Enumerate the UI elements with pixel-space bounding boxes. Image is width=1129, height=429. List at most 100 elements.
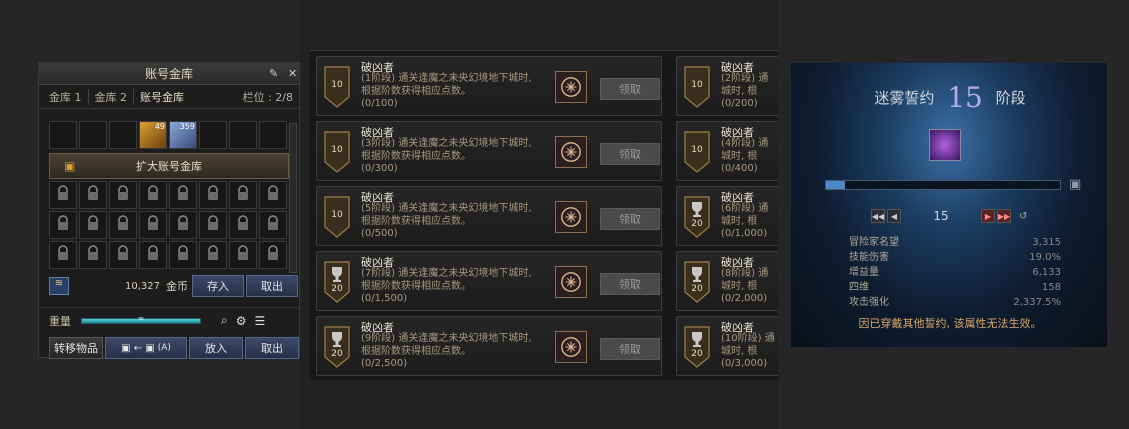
take-out-button[interactable]: 取出 — [245, 337, 299, 359]
achievement-progress: (0/300) — [361, 163, 398, 174]
weight-value: ∞ — [137, 313, 145, 323]
last-stage-icon[interactable]: ▶▶ — [997, 209, 1011, 223]
gold-amount: 10,327 — [125, 280, 160, 292]
locked-slot — [169, 181, 197, 209]
locked-slot — [139, 241, 167, 269]
pact-progress-bar — [825, 180, 1061, 190]
tab-vault-2[interactable]: 金库 2 — [89, 88, 134, 105]
pin-icon[interactable]: ✎ — [269, 63, 278, 85]
reward-seal-icon[interactable] — [555, 266, 587, 298]
empty-slot[interactable] — [79, 121, 107, 149]
action-row: 转移物品 ▣ ← ▣ (A) 放入 取出 — [49, 337, 299, 359]
lock-icon — [266, 185, 280, 205]
next-stage-icon[interactable]: ▶ — [981, 209, 995, 223]
stat-label: 攻击强化 — [849, 297, 889, 308]
transfer-items-button[interactable]: 转移物品 — [49, 337, 103, 359]
lock-icon — [206, 185, 220, 205]
badge-points: 10 — [331, 145, 343, 155]
vault-title-bar[interactable]: 账号金库 ✎ ✕ — [39, 63, 299, 85]
close-icon[interactable]: ✕ — [288, 63, 297, 85]
slots-counter: 栏位 : 2/8 — [242, 90, 293, 104]
reward-seal-icon[interactable] — [555, 201, 587, 233]
empty-slot[interactable] — [229, 121, 257, 149]
pact-stat-row: 攻击强化 2,337.5% — [849, 295, 1061, 310]
achievement-description: (8阶段) 通城时, 根 — [721, 267, 781, 293]
achievement-card: 10 破凶者 (4阶段) 通城时, 根 (0/400) — [676, 121, 786, 181]
tab-vault-1[interactable]: 金库 1 — [43, 88, 89, 105]
pact-name: 迷雾誓约 — [874, 89, 935, 107]
gear-icon[interactable]: ⚙ — [236, 314, 247, 328]
list-icon[interactable]: ☰ — [255, 314, 266, 328]
treasure-chest-item[interactable]: 49 — [139, 121, 167, 149]
empty-slot[interactable] — [49, 121, 77, 149]
deposit-gold-button[interactable]: 存入 — [192, 275, 244, 297]
locked-slot — [49, 211, 77, 239]
reward-seal-icon[interactable] — [555, 331, 587, 363]
lock-icon — [116, 245, 130, 265]
first-stage-icon[interactable]: ◀◀ — [871, 209, 885, 223]
achievement-progress: (0/100) — [361, 98, 398, 109]
weight-label: 重量 — [49, 314, 71, 328]
locked-slot — [229, 211, 257, 239]
shield-badge-icon: 10 — [323, 130, 351, 174]
search-icon[interactable]: ⌕ — [221, 313, 228, 328]
description-line: 城时, 根 — [721, 346, 758, 357]
lock-icon — [176, 245, 190, 265]
prev-stage-icon[interactable]: ◀ — [887, 209, 901, 223]
description-line: (6阶段) 通 — [721, 203, 769, 214]
vault-column: 账号金库 ✎ ✕ 金库 1 金库 2 账号金库 栏位 : 2/8 49 359 … — [0, 0, 301, 429]
claim-button[interactable]: 领取 — [600, 143, 660, 165]
lock-icon — [236, 185, 250, 205]
vault-scrollbar[interactable] — [289, 123, 297, 273]
stage-navigator: ◀◀ ◀ 15 ▶ ▶▶ ↺ — [871, 209, 1027, 223]
scroll-item[interactable]: 359 — [169, 121, 197, 149]
achievement-progress: (0/400) — [721, 163, 758, 174]
claim-button[interactable]: 领取 — [600, 78, 660, 100]
lock-icon — [176, 185, 190, 205]
weight-bar: ∞ — [81, 314, 201, 324]
claim-button[interactable]: 领取 — [600, 338, 660, 360]
reward-seal-icon[interactable] — [555, 136, 587, 168]
achievement-card: 10 破凶者 (5阶段) 通关逢魔之未央幻境地下城时, 根据阶数获得相应点数。 (0/… — [316, 186, 662, 246]
auto-store-button[interactable]: ▣ ← ▣ (A) — [105, 337, 187, 359]
achievement-description: (5阶段) 通关逢魔之未央幻境地下城时, 根据阶数获得相应点数。 — [361, 203, 532, 227]
expand-vault-button[interactable]: ▣ 扩大账号金库 — [49, 153, 289, 179]
pact-orb-icon[interactable] — [929, 129, 961, 161]
achievement-progress: (0/1,500) — [361, 293, 408, 304]
description-line: 城时, 根 — [721, 151, 758, 162]
empty-slot[interactable] — [109, 121, 137, 149]
lock-icon — [176, 215, 190, 235]
put-in-button[interactable]: 放入 — [189, 337, 243, 359]
achievement-description: (9阶段) 通关逢魔之未央幻境地下城时, 根据阶数获得相应点数。 — [361, 333, 532, 357]
claim-button[interactable]: 领取 — [600, 273, 660, 295]
pact-stage-label: 阶段 — [995, 89, 1026, 107]
locked-slot — [199, 211, 227, 239]
reset-icon[interactable]: ↺ — [1019, 211, 1027, 222]
locked-slot — [139, 181, 167, 209]
locked-slot — [259, 181, 287, 209]
description-line: 城时, 根 — [721, 281, 758, 292]
achievement-progress: (0/500) — [361, 228, 398, 239]
pact-stat-row: 冒险家名望 3,315 — [849, 235, 1061, 250]
empty-slot[interactable] — [199, 121, 227, 149]
withdraw-gold-button[interactable]: 取出 — [246, 275, 298, 297]
lock-icon — [86, 215, 100, 235]
claim-button[interactable]: 领取 — [600, 208, 660, 230]
lock-icon — [86, 185, 100, 205]
vault-icon: ▣ ← ▣ — [121, 342, 155, 354]
locked-slot — [259, 211, 287, 239]
lock-icon — [86, 245, 100, 265]
lock-icon — [266, 245, 280, 265]
tab-account-vault[interactable]: 账号金库 — [134, 89, 190, 105]
achievement-progress: (0/3,000) — [721, 358, 768, 369]
locked-slot — [109, 241, 137, 269]
achievement-progress: (0/2,000) — [721, 293, 768, 304]
reward-seal-icon[interactable] — [555, 71, 587, 103]
lock-icon — [56, 185, 70, 205]
empty-slot[interactable] — [259, 121, 287, 149]
gift-box-icon[interactable]: ▣ — [1069, 177, 1081, 192]
description-line: 城时, 根 — [721, 216, 758, 227]
achievement-card: 20 破凶者 (8阶段) 通城时, 根 (0/2,000) — [676, 251, 786, 311]
weight-row: 重量 ∞ ⌕ ⚙ ☰ — [39, 307, 301, 333]
pact-stage-number: 15 — [947, 81, 983, 114]
